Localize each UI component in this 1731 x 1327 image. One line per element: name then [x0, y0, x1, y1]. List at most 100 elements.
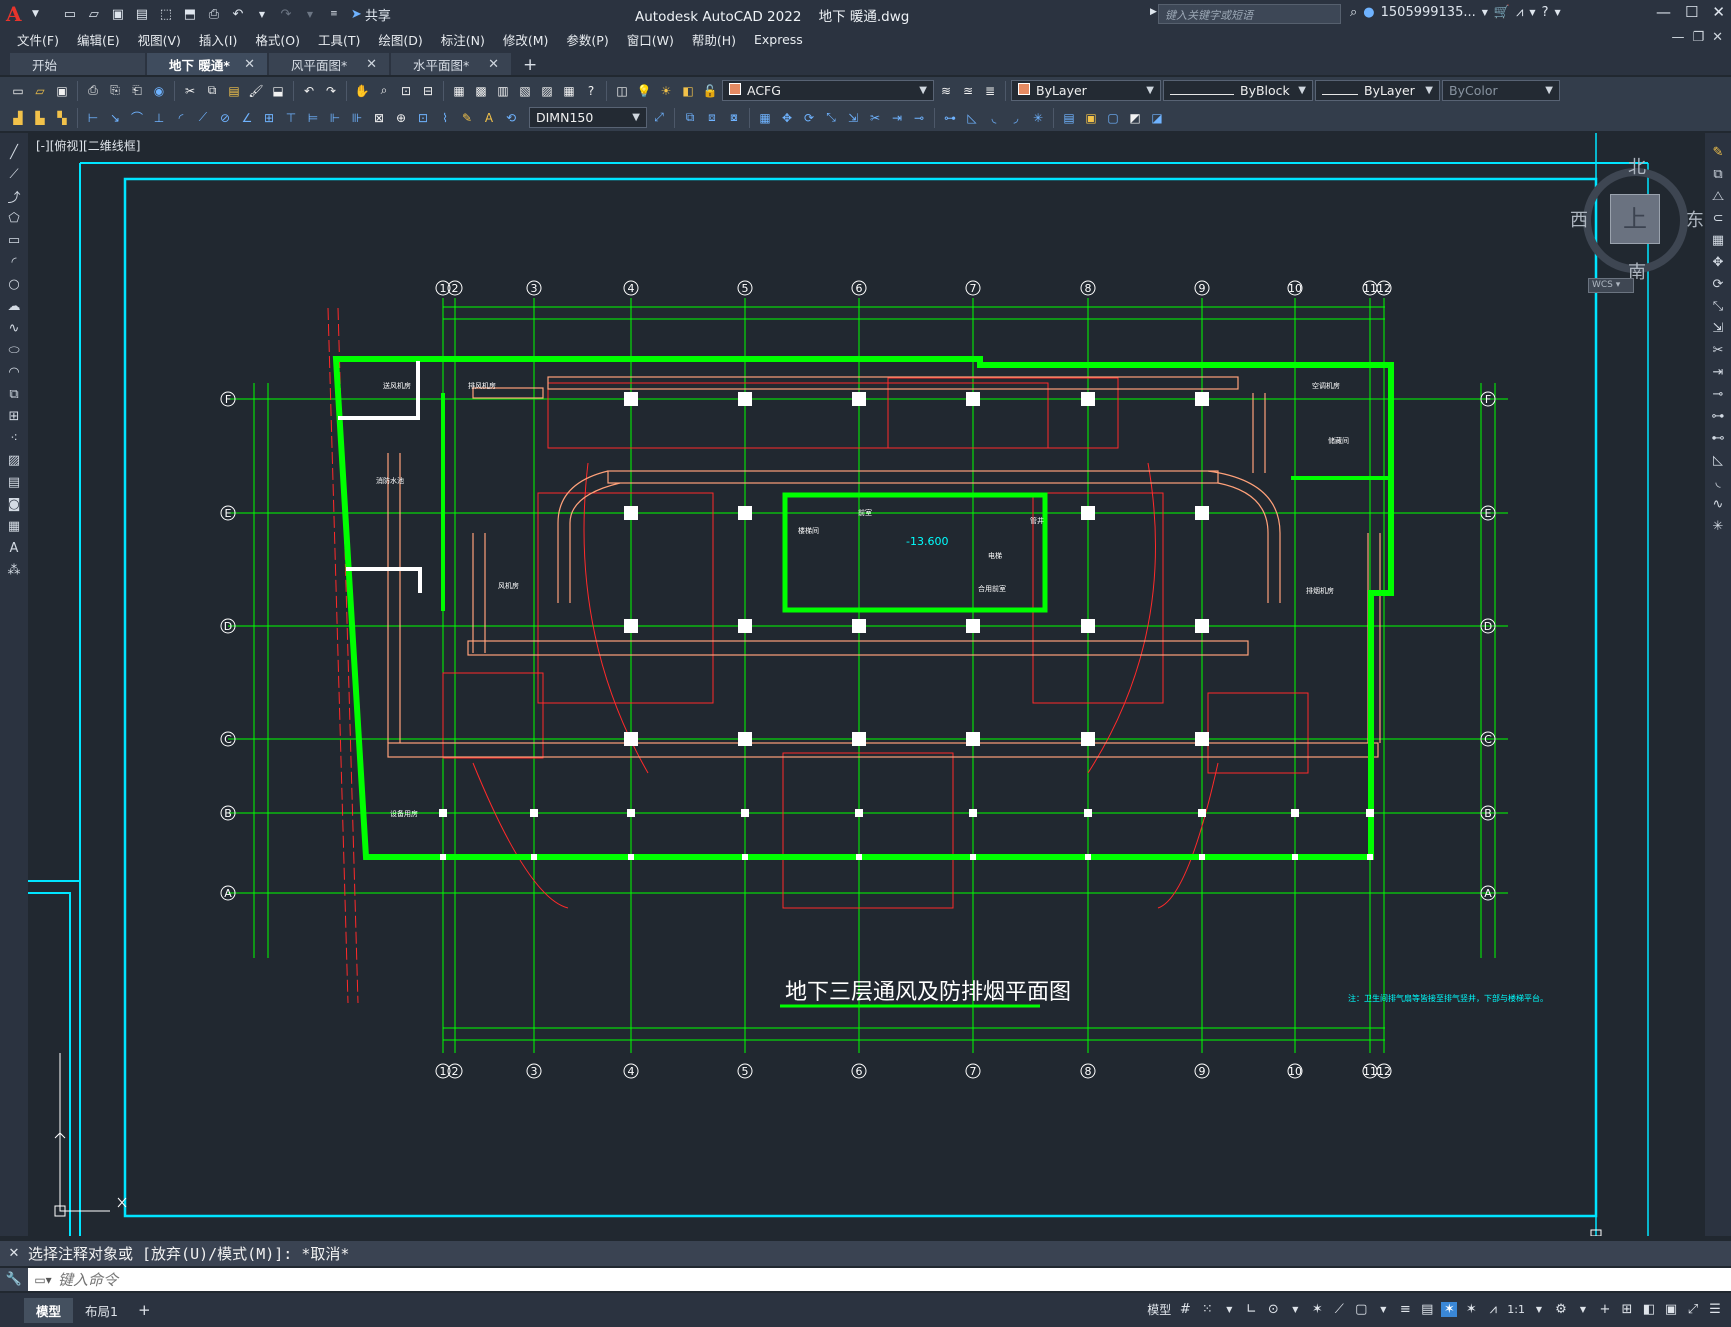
- redo-icon[interactable]: ↷: [275, 3, 297, 25]
- compass-west[interactable]: 西: [1570, 206, 1588, 232]
- zoom-realtime-icon[interactable]: ⌕: [374, 81, 394, 101]
- command-input[interactable]: [58, 1270, 1658, 1289]
- pan-icon[interactable]: ✋: [352, 81, 372, 101]
- plotstyle-dropdown[interactable]: ByColor ▼: [1442, 80, 1560, 101]
- sheet-set-icon[interactable]: ▧: [515, 81, 535, 101]
- user-name[interactable]: 1505999135...: [1381, 5, 1476, 20]
- blend-curves-icon[interactable]: ∿: [1709, 495, 1727, 513]
- doc-restore-icon[interactable]: ❐: [1692, 30, 1704, 45]
- extend-icon[interactable]: ⇥: [1709, 363, 1727, 381]
- menu-view[interactable]: 视图(V): [129, 30, 190, 49]
- customize-wrench-icon[interactable]: 🔧: [0, 1268, 28, 1291]
- menu-file[interactable]: 文件(F): [8, 30, 68, 49]
- array-icon[interactable]: ▦: [1709, 231, 1727, 249]
- match-properties-icon[interactable]: 🖌: [246, 81, 266, 101]
- ordinate-dim-icon[interactable]: ⊥: [149, 108, 169, 128]
- menu-format[interactable]: 格式(O): [246, 30, 309, 49]
- chamfer-icon[interactable]: ◺: [962, 108, 982, 128]
- blend-icon[interactable]: ◞: [1006, 108, 1026, 128]
- minimize-icon[interactable]: —: [1656, 3, 1671, 21]
- menu-dimension[interactable]: 标注(N): [432, 30, 494, 49]
- dim-space-icon[interactable]: ⊩: [325, 108, 345, 128]
- revcloud-icon[interactable]: ☁: [5, 297, 23, 315]
- snap-icon[interactable]: ⁙: [1199, 1302, 1215, 1317]
- menu-insert[interactable]: 插入(I): [190, 30, 246, 49]
- polar-menu-icon[interactable]: ▼: [1287, 1305, 1303, 1314]
- tab-layout1[interactable]: 布局1: [73, 1298, 130, 1323]
- ellipse-icon[interactable]: ⬭: [5, 341, 23, 359]
- menu-draw[interactable]: 绘图(D): [369, 30, 431, 49]
- stretch-icon[interactable]: ⇲: [1709, 319, 1727, 337]
- trim-icon[interactable]: ✂: [865, 108, 885, 128]
- new-icon[interactable]: ▭: [8, 81, 28, 101]
- break-point-icon[interactable]: ⊸: [1709, 385, 1727, 403]
- recent-commands-icon[interactable]: ▭▾: [28, 1273, 58, 1287]
- stretch-icon[interactable]: ⇲: [843, 108, 863, 128]
- layer-lock-icon[interactable]: 🔓: [700, 81, 720, 101]
- close-icon[interactable]: ✕: [366, 57, 377, 72]
- plot-preview-icon[interactable]: ⎘: [105, 81, 125, 101]
- snap-menu-icon[interactable]: ▼: [1221, 1305, 1237, 1314]
- save-as-icon[interactable]: ▤: [131, 3, 153, 25]
- arc-length-icon[interactable]: ⌒: [127, 108, 147, 128]
- scale-icon[interactable]: ⤡: [821, 108, 841, 128]
- save-icon[interactable]: ▣: [52, 81, 72, 101]
- line-icon[interactable]: ╱: [5, 143, 23, 161]
- point-icon[interactable]: ⁖: [5, 429, 23, 447]
- tab-air-plan[interactable]: 风平面图* ✕: [269, 53, 389, 75]
- compass-north[interactable]: 北: [1628, 153, 1646, 179]
- save-icon[interactable]: ▣: [107, 3, 129, 25]
- color-dropdown[interactable]: ByLayer ▼: [1011, 80, 1161, 101]
- 3d-print-icon[interactable]: ◉: [149, 81, 169, 101]
- fillet-icon[interactable]: ◟: [1709, 473, 1727, 491]
- redo-icon[interactable]: ↷: [321, 81, 341, 101]
- angular-dim-icon[interactable]: ∠: [237, 108, 257, 128]
- array-icon[interactable]: ▦: [755, 108, 775, 128]
- baseline-dim-icon[interactable]: ⊤: [281, 108, 301, 128]
- erase-icon[interactable]: ✎: [1709, 143, 1727, 161]
- tab-basement-hvac[interactable]: 地下 暖通* ✕: [147, 53, 267, 75]
- search-expand-icon[interactable]: ▶: [1150, 7, 1157, 17]
- layer-properties-icon[interactable]: ◫: [612, 81, 632, 101]
- gradient-icon[interactable]: ▤: [5, 473, 23, 491]
- menu-modify[interactable]: 修改(M): [494, 30, 558, 49]
- linear-dim-icon[interactable]: ⊢: [83, 108, 103, 128]
- layer-previous-icon[interactable]: ≊: [958, 81, 978, 101]
- inspection-icon[interactable]: ⊡: [413, 108, 433, 128]
- spline-icon[interactable]: ∿: [5, 319, 23, 337]
- center-mark-icon[interactable]: ⊕: [391, 108, 411, 128]
- explode-icon[interactable]: ✳: [1709, 517, 1727, 535]
- arc-icon[interactable]: ◜: [5, 253, 23, 271]
- table-style-icon[interactable]: ▚: [52, 108, 72, 128]
- menu-help[interactable]: 帮助(H): [683, 30, 745, 49]
- jogged-dim-icon[interactable]: ⟋: [193, 108, 213, 128]
- dim-break-icon[interactable]: ⊪: [347, 108, 367, 128]
- auto-scale-icon[interactable]: ✶: [1463, 1302, 1479, 1317]
- tab-start[interactable]: 开始: [10, 53, 145, 75]
- search-icon[interactable]: ⌕: [1350, 5, 1357, 20]
- offset-icon[interactable]: ⧇: [724, 108, 744, 128]
- annotation-scale-icon[interactable]: ⩘: [1485, 1302, 1501, 1317]
- dim-text-edit-icon[interactable]: A: [479, 108, 499, 128]
- draworder-icon[interactable]: ▤: [1059, 108, 1079, 128]
- help-search-input[interactable]: 键入关键字或短语: [1158, 4, 1341, 24]
- help-icon[interactable]: ?: [1542, 5, 1549, 20]
- customize-menu-icon[interactable]: ☰: [1707, 1302, 1723, 1317]
- new-layout-icon[interactable]: +: [130, 1301, 159, 1319]
- doc-minimize-icon[interactable]: —: [1671, 30, 1684, 45]
- tab-model[interactable]: 模型: [24, 1297, 74, 1323]
- autocad-logo-icon[interactable]: A: [6, 2, 30, 26]
- continue-dim-icon[interactable]: ⊨: [303, 108, 323, 128]
- menu-parametric[interactable]: 参数(P): [557, 30, 617, 49]
- trim-icon[interactable]: ✂: [1709, 341, 1727, 359]
- paste-icon[interactable]: ▤: [224, 81, 244, 101]
- dim-edit-icon[interactable]: ✎: [457, 108, 477, 128]
- share-button[interactable]: ➤ 共享: [351, 5, 391, 24]
- scale-menu-icon[interactable]: ▼: [1531, 1305, 1547, 1314]
- insert-block-icon[interactable]: ⧉: [5, 385, 23, 403]
- break-icon[interactable]: ⊸: [909, 108, 929, 128]
- jogged-linear-icon[interactable]: ⌇: [435, 108, 455, 128]
- redo-dropdown-icon[interactable]: ▼: [299, 3, 321, 25]
- layer-dropdown[interactable]: ACFG ▼: [722, 80, 934, 101]
- polyline-icon[interactable]: ⤴: [5, 187, 23, 206]
